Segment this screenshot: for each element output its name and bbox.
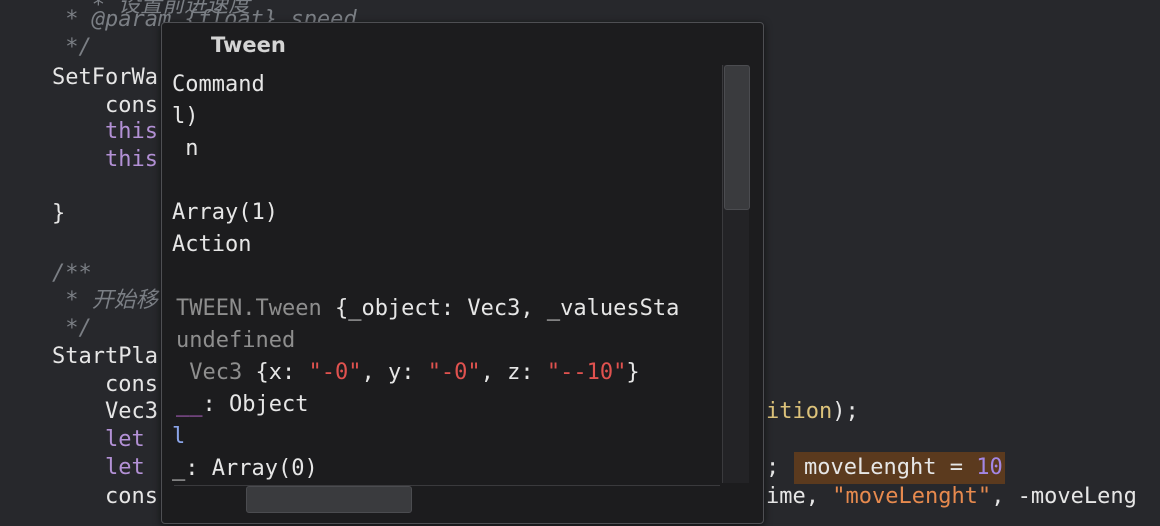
- popup-token: {_object: Vec3, _valuesSta: [334, 296, 680, 321]
- code-token: =: [936, 455, 977, 480]
- popup-token: , y:: [361, 360, 428, 385]
- code-line: let: [52, 455, 145, 480]
- code-token: moveLenght: [804, 455, 937, 480]
- code-fragment: ition);: [766, 396, 859, 428]
- code-line: this: [52, 147, 158, 172]
- code-token: , -moveLeng: [991, 484, 1137, 509]
- horizontal-scrollbar[interactable]: [174, 485, 720, 513]
- popup-line[interactable]: TWEEN.Tween {_object: Vec3, _valuesSta: [176, 293, 679, 325]
- code-token: );: [832, 399, 859, 424]
- popup-line: l): [172, 104, 199, 129]
- code-token: ime,: [766, 484, 833, 509]
- code-token: ;: [766, 455, 780, 480]
- popup-title: Tween: [211, 33, 286, 57]
- popup-token: "-0": [308, 360, 362, 385]
- code-fragment: ime, "moveLenght", -moveLeng: [766, 481, 1137, 513]
- popup-line: n: [172, 136, 199, 161]
- popup-token: TWEEN.Tween: [176, 296, 335, 321]
- popup-token: {x:: [255, 360, 309, 385]
- debug-hover-popup[interactable]: Tween Command l) n Array(1) Action TWEEN…: [161, 22, 764, 524]
- popup-token: : Array(0): [185, 456, 318, 481]
- popup-token: "-0": [427, 360, 481, 385]
- popup-line[interactable]: __: Object: [176, 389, 308, 421]
- popup-line: Array(1): [172, 200, 278, 225]
- popup-token: _: [172, 456, 186, 481]
- code-line: cons: [52, 484, 158, 509]
- code-token: ition: [766, 399, 833, 424]
- popup-line[interactable]: _: Array(0): [172, 453, 318, 485]
- popup-line: undefined: [176, 328, 296, 353]
- vertical-scrollbar[interactable]: [722, 65, 750, 483]
- popup-token: : Object: [202, 392, 309, 417]
- popup-token: "--10": [546, 360, 627, 385]
- popup-token: Vec3: [176, 360, 256, 385]
- code-token: 10: [976, 455, 1003, 480]
- horizontal-scrollbar-thumb[interactable]: [246, 486, 412, 513]
- popup-line: l: [172, 424, 186, 449]
- popup-line[interactable]: Vec3 {x: "-0", y: "-0", z: "--10"}: [176, 357, 640, 389]
- inlay-hint: moveLenght = 10: [794, 452, 1005, 484]
- popup-token: }: [626, 360, 640, 385]
- code-line: */: [52, 35, 92, 60]
- code-token: "moveLenght": [832, 484, 992, 509]
- popup-token: , z:: [480, 360, 547, 385]
- popup-line: Action: [172, 232, 252, 257]
- code-fragment: ;: [766, 452, 779, 484]
- popup-body[interactable]: Command l) n Array(1) Action TWEEN.Tween…: [162, 65, 722, 485]
- code-line: }: [52, 201, 66, 226]
- popup-token: __: [176, 392, 203, 417]
- vertical-scrollbar-thumb[interactable]: [724, 65, 750, 210]
- popup-line: Command: [172, 72, 265, 97]
